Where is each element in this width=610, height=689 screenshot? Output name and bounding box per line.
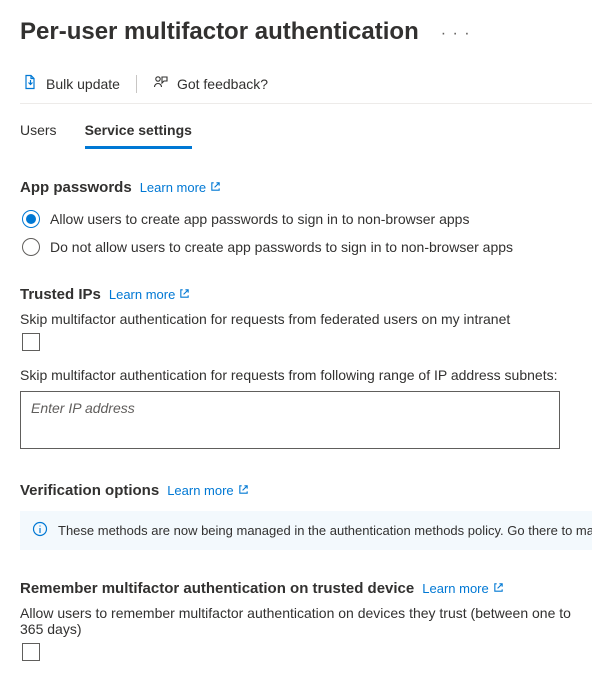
trusted-ips-learn-more-link[interactable]: Learn more [109, 287, 190, 302]
learn-more-label: Learn more [422, 581, 488, 596]
info-icon [32, 521, 48, 540]
remember-mfa-learn-more-link[interactable]: Learn more [422, 581, 503, 596]
app-passwords-deny-label: Do not allow users to create app passwor… [50, 239, 513, 255]
external-link-icon [493, 581, 504, 596]
bulk-update-label: Bulk update [46, 76, 120, 92]
more-options-button[interactable]: · · · [435, 23, 477, 45]
external-link-icon [210, 180, 221, 195]
bulk-update-button[interactable]: Bulk update [20, 74, 122, 93]
section-app-passwords: App passwords Learn more Allow users to … [20, 179, 592, 256]
remember-mfa-checkbox[interactable] [22, 643, 40, 661]
learn-more-label: Learn more [140, 180, 206, 195]
document-arrow-icon [22, 74, 38, 93]
app-passwords-allow-radio[interactable] [22, 210, 40, 228]
verification-banner-text: These methods are now being managed in t… [58, 523, 592, 538]
skip-ip-range-label: Skip multifactor authentication for requ… [20, 367, 592, 383]
section-remember-mfa: Remember multifactor authentication on t… [20, 580, 592, 661]
verification-options-learn-more-link[interactable]: Learn more [167, 483, 248, 498]
got-feedback-label: Got feedback? [177, 76, 268, 92]
ip-address-input[interactable] [20, 391, 560, 449]
skip-federated-label: Skip multifactor authentication for requ… [20, 311, 592, 327]
remember-mfa-heading: Remember multifactor authentication on t… [20, 580, 414, 597]
section-trusted-ips: Trusted IPs Learn more Skip multifactor … [20, 286, 592, 452]
tab-bar: Users Service settings [20, 122, 592, 149]
external-link-icon [179, 287, 190, 302]
tab-service-settings[interactable]: Service settings [85, 122, 192, 149]
learn-more-label: Learn more [167, 483, 233, 498]
app-passwords-learn-more-link[interactable]: Learn more [140, 180, 221, 195]
app-passwords-deny-radio[interactable] [22, 238, 40, 256]
remember-mfa-desc: Allow users to remember multifactor auth… [20, 605, 592, 637]
skip-federated-checkbox[interactable] [22, 333, 40, 351]
page-title: Per-user multifactor authentication [20, 18, 419, 46]
external-link-icon [238, 483, 249, 498]
learn-more-label: Learn more [109, 287, 175, 302]
verification-info-banner: These methods are now being managed in t… [20, 511, 592, 550]
toolbar-separator [136, 75, 137, 93]
feedback-person-icon [153, 74, 169, 93]
trusted-ips-heading: Trusted IPs [20, 286, 101, 303]
toolbar: Bulk update Got feedback? [20, 74, 592, 104]
app-passwords-allow-label: Allow users to create app passwords to s… [50, 211, 469, 227]
got-feedback-button[interactable]: Got feedback? [151, 74, 270, 93]
section-verification-options: Verification options Learn more These me… [20, 482, 592, 550]
tab-users[interactable]: Users [20, 122, 57, 149]
verification-options-heading: Verification options [20, 482, 159, 499]
app-passwords-heading: App passwords [20, 179, 132, 196]
